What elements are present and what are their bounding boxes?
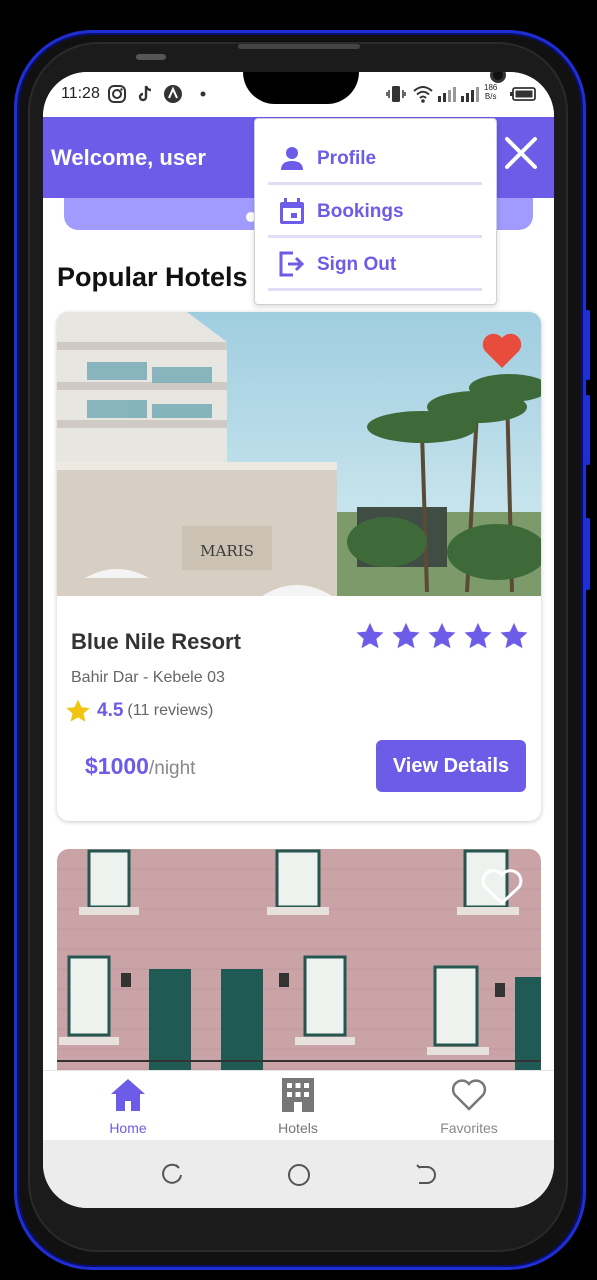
svg-text:MARIS: MARIS	[200, 542, 254, 560]
tiktok-icon	[138, 85, 152, 102]
price-amount: $1000	[85, 753, 149, 779]
menu-item-signout[interactable]: Sign Out	[268, 239, 482, 291]
home-icon	[111, 1079, 145, 1111]
star-rating	[355, 621, 529, 651]
volume-down-button	[585, 395, 590, 465]
rating-star-icon	[66, 699, 90, 722]
heart-outline-icon	[451, 1079, 487, 1111]
bottom-nav: Home Hotels Favorites	[43, 1070, 554, 1140]
hotel-name: Blue Nile Resort	[71, 629, 241, 654]
user-menu-dropdown: Profile Bookings Sign Out	[254, 118, 497, 305]
nav-label: Hotels	[278, 1120, 318, 1136]
close-icon[interactable]	[501, 133, 541, 173]
menu-item-label: Bookings	[317, 201, 404, 222]
net-speed-unit: B/s	[484, 92, 497, 101]
net-speed-value: 186	[484, 83, 498, 92]
star-icon	[464, 622, 492, 649]
vibrate-icon	[386, 86, 406, 102]
earpiece	[238, 44, 360, 49]
nav-hotels[interactable]: Hotels	[238, 1077, 358, 1139]
star-icon	[356, 622, 384, 649]
menu-item-label: Sign Out	[317, 254, 397, 275]
signal-icon-2	[461, 87, 479, 102]
section-title: Popular Hotels	[57, 262, 248, 292]
signal-icon-1	[438, 87, 456, 102]
hotel-price: $1000/night	[85, 753, 195, 780]
recent-apps-icon[interactable]	[160, 1162, 186, 1188]
price-unit: /night	[148, 758, 196, 779]
power-button	[585, 518, 590, 590]
notification-dot-icon	[200, 91, 206, 97]
review-rating: 4.5 (11 reviews)	[65, 698, 213, 724]
calendar-icon	[280, 198, 304, 224]
front-camera	[490, 72, 506, 83]
sensor	[136, 54, 166, 60]
net-speed: 186 B/s	[484, 83, 497, 101]
person-icon	[281, 147, 303, 170]
wifi-icon	[413, 86, 433, 103]
hotel-location: Bahir Dar - Kebele 03	[71, 669, 225, 686]
menu-item-profile[interactable]: Profile	[268, 133, 482, 185]
nav-favorites[interactable]: Favorites	[409, 1077, 529, 1139]
star-icon	[500, 622, 528, 649]
welcome-text: Welcome, user	[51, 145, 206, 170]
view-details-button[interactable]: View Details	[376, 740, 526, 792]
battery-icon	[510, 87, 536, 101]
system-nav-bar	[43, 1140, 554, 1208]
hotel-photo: MARIS	[57, 312, 541, 596]
favorite-heart-outline-icon[interactable]	[480, 867, 524, 907]
hotel-card[interactable]: MARIS Blue Nile Resort Bahir Dar - Kebel…	[57, 312, 541, 821]
menu-item-bookings[interactable]: Bookings	[268, 186, 482, 238]
nav-label: Home	[109, 1120, 147, 1136]
menu-item-label: Profile	[317, 148, 377, 169]
instagram-icon	[108, 85, 126, 103]
app-screen: 11:28 186 B/s Welcome, user Popular Hote…	[43, 72, 554, 1208]
logout-icon	[279, 251, 305, 277]
rating-value: 4.5	[97, 700, 124, 721]
status-time: 11:28	[61, 85, 100, 102]
volume-up-button	[585, 310, 590, 380]
back-icon[interactable]	[411, 1162, 437, 1188]
home-circle-icon[interactable]	[286, 1162, 312, 1188]
app-a-icon	[164, 85, 182, 103]
notch	[243, 72, 506, 104]
favorite-heart-icon[interactable]	[480, 330, 524, 370]
nav-home[interactable]: Home	[68, 1077, 188, 1139]
status-bar: 11:28 186 B/s	[43, 72, 554, 117]
building-icon	[282, 1078, 314, 1112]
review-count: (11 reviews)	[127, 702, 214, 719]
nav-label: Favorites	[440, 1120, 498, 1136]
star-icon	[428, 622, 456, 649]
star-icon	[392, 622, 420, 649]
